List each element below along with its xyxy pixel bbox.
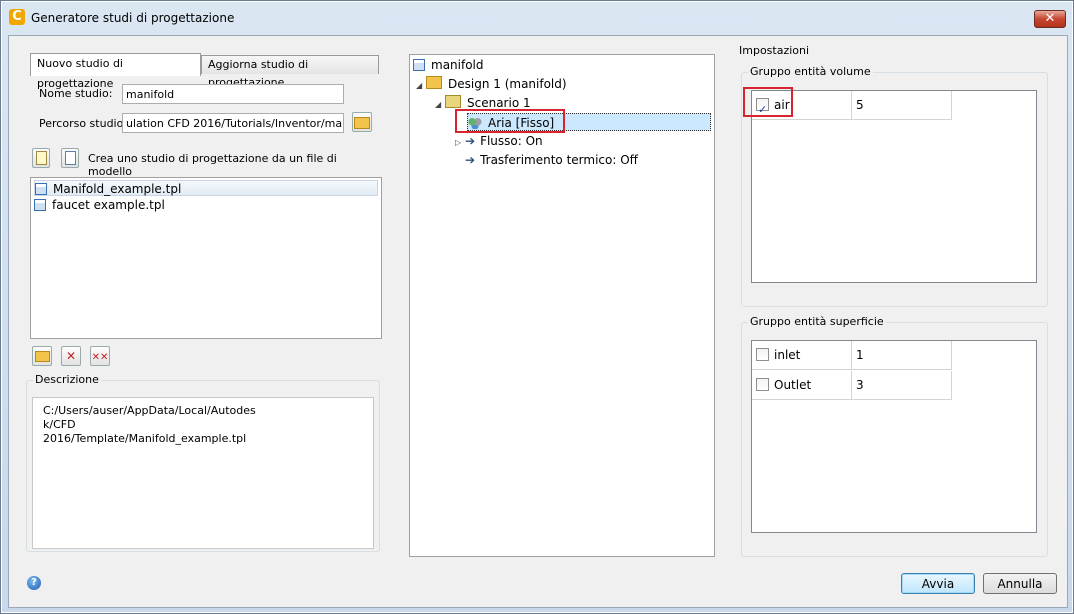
description-line: k/CFD xyxy=(43,418,76,431)
dialog-window: C Generatore studi di progettazione ✕ Nu… xyxy=(0,0,1074,614)
surface-value-cell[interactable]: 1 xyxy=(852,341,952,369)
close-button[interactable]: ✕ xyxy=(1034,10,1066,28)
volume-group-title: Gruppo entità volume xyxy=(748,65,873,78)
left-pane: Nuovo studio di progettazione Aggiorna s… xyxy=(22,43,384,553)
tree-root[interactable]: manifold xyxy=(413,56,484,74)
template-file-icon xyxy=(34,199,46,211)
study-path-input[interactable]: ulation CFD 2016/Tutorials/Inventor/mani… xyxy=(122,113,344,133)
list-item[interactable]: faucet example.tpl xyxy=(34,197,165,213)
blank-file-icon xyxy=(64,151,76,165)
delete-template-button[interactable]: ✕ xyxy=(61,346,81,366)
help-button[interactable]: ? xyxy=(27,576,41,590)
list-item-label: Manifold_example.tpl xyxy=(53,182,182,196)
description-line: 2016/Template/Manifold_example.tpl xyxy=(43,432,247,445)
tree-design-label: Design 1 (manifold) xyxy=(448,77,567,91)
volume-grid[interactable]: air 5 xyxy=(751,90,1037,283)
tree-flow-label: Flusso: On xyxy=(480,134,543,148)
scenario-icon xyxy=(445,95,461,108)
collapse-arrow-icon[interactable]: ◢ xyxy=(435,96,445,114)
description-line: C:/Users/auser/AppData/Local/Autodes xyxy=(43,404,256,417)
table-row[interactable]: Outlet 3 xyxy=(752,371,952,400)
study-name-input[interactable]: manifold xyxy=(122,84,344,104)
surface-group: Gruppo entità superficie inlet 1 Outlet … xyxy=(741,315,1048,557)
blank-document-button[interactable] xyxy=(61,148,79,168)
study-icon xyxy=(413,59,425,71)
surface-grid[interactable]: inlet 1 Outlet 3 xyxy=(751,340,1037,533)
tree-heat-label: Trasferimento termico: Off xyxy=(480,153,638,167)
delete-icon: ✕ xyxy=(65,349,77,363)
description-title: Descrizione xyxy=(33,373,101,386)
highlight-box xyxy=(743,87,793,117)
volume-group: Gruppo entità volume air 5 xyxy=(741,65,1048,307)
arrow-right-icon: ➔ xyxy=(465,153,476,167)
settings-group: Gruppo entità volume air 5 Gruppo entità… xyxy=(732,50,1055,557)
tree-flow[interactable]: ▷ ➔ Flusso: On xyxy=(455,132,543,150)
surface-name-cell[interactable]: Outlet xyxy=(752,371,852,399)
title-bar[interactable]: C Generatore studi di progettazione ✕ xyxy=(1,1,1073,35)
create-from-model-label: Crea uno studio di progettazione da un f… xyxy=(88,152,337,178)
start-button[interactable]: Avvia xyxy=(901,573,975,594)
open-template-button[interactable] xyxy=(32,346,52,366)
collapse-arrow-icon[interactable]: ◢ xyxy=(416,77,426,95)
new-document-button[interactable] xyxy=(32,148,50,168)
tree-design[interactable]: ◢ Design 1 (manifold) xyxy=(416,75,567,93)
template-file-list[interactable]: Manifold_example.tpl faucet example.tpl xyxy=(30,177,382,339)
tree-heat-transfer[interactable]: ➔ Trasferimento termico: Off xyxy=(465,151,638,169)
delete-all-templates-button[interactable]: ✕✕ xyxy=(90,346,110,366)
browse-folder-button[interactable] xyxy=(352,112,372,132)
tree-root-label: manifold xyxy=(431,58,484,72)
study-name-label: Nome studio: xyxy=(39,87,113,100)
list-item-label: faucet example.tpl xyxy=(52,198,165,212)
folder-open-icon xyxy=(354,117,370,129)
dialog-client: Nuovo studio di progettazione Aggiorna s… xyxy=(8,35,1068,608)
description-group: Descrizione C:/Users/auser/AppData/Local… xyxy=(26,373,380,552)
surface-value-cell[interactable]: 3 xyxy=(852,371,952,399)
surface-checkbox[interactable] xyxy=(756,378,769,391)
tab-new-study[interactable]: Nuovo studio di progettazione xyxy=(30,53,201,90)
template-file-icon xyxy=(35,183,47,195)
description-text: C:/Users/auser/AppData/Local/Autodes k/C… xyxy=(43,404,256,446)
app-logo-icon: C xyxy=(9,9,25,25)
highlight-box xyxy=(455,109,565,133)
surface-name: inlet xyxy=(774,348,801,362)
folder-open-icon xyxy=(34,351,50,362)
design-tree[interactable]: manifold ◢ Design 1 (manifold) ◢ Scenario … xyxy=(409,54,715,557)
surface-name-cell[interactable]: inlet xyxy=(752,341,852,369)
table-row[interactable]: inlet 1 xyxy=(752,341,952,370)
design-folder-icon xyxy=(426,76,442,89)
surface-checkbox[interactable] xyxy=(756,348,769,361)
surface-group-title: Gruppo entità superficie xyxy=(748,315,886,328)
study-path-label: Percorso studio: xyxy=(39,117,128,130)
expand-arrow-icon[interactable]: ▷ xyxy=(455,134,465,152)
window-title: Generatore studi di progettazione xyxy=(31,11,235,25)
new-file-icon xyxy=(35,151,47,165)
arrow-right-icon: ➔ xyxy=(465,134,476,148)
delete-all-icon: ✕✕ xyxy=(91,352,109,363)
cancel-button[interactable]: Annulla xyxy=(983,573,1057,594)
list-item[interactable]: Manifold_example.tpl xyxy=(34,180,378,196)
volume-value-cell[interactable]: 5 xyxy=(852,91,952,119)
tab-update-study[interactable]: Aggiorna studio di progettazione xyxy=(201,55,379,89)
surface-name: Outlet xyxy=(774,378,812,392)
tree-scenario-label: Scenario 1 xyxy=(467,96,531,110)
description-box: C:/Users/auser/AppData/Local/Autodes k/C… xyxy=(32,397,374,549)
